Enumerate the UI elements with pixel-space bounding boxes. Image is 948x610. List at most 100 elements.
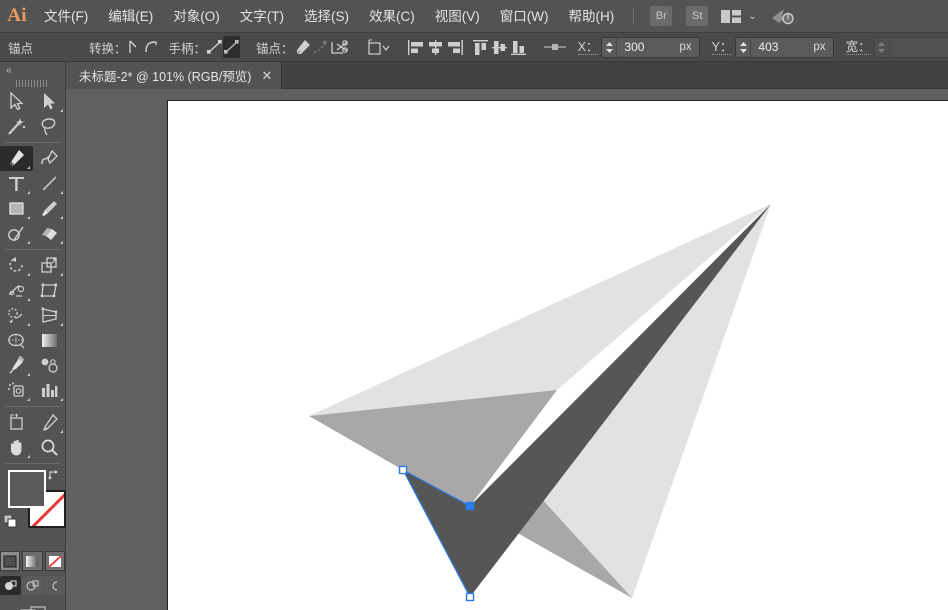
transform-dropdown[interactable]	[365, 36, 391, 58]
width-field[interactable]	[874, 37, 948, 58]
tool-perspective-grid[interactable]	[33, 303, 66, 328]
remove-anchor-icon[interactable]	[294, 36, 312, 58]
menu-object[interactable]: 对象(O)	[163, 0, 230, 33]
convert-to-corner-icon[interactable]	[127, 36, 143, 58]
align-right-icon[interactable]	[445, 36, 464, 58]
menu-help[interactable]: 帮助(H)	[558, 0, 624, 33]
tool-magic-wand[interactable]	[0, 114, 33, 139]
tool-blend[interactable]	[33, 353, 66, 378]
tool-divider-3	[5, 406, 61, 407]
tool-width[interactable]	[0, 278, 33, 303]
tool-zoom[interactable]	[33, 435, 66, 460]
tool-corner-marker	[60, 216, 63, 219]
tool-scale[interactable]	[33, 253, 66, 278]
hide-handles-icon[interactable]	[223, 36, 240, 58]
tool-artboard[interactable]	[0, 410, 33, 435]
tool-curvature[interactable]	[33, 146, 66, 171]
tool-panel: «	[0, 62, 66, 610]
screen-mode-button[interactable]	[0, 605, 65, 610]
stock-button[interactable]: St	[686, 6, 708, 26]
convert-label: 转换：	[89, 38, 127, 57]
canvas-area[interactable]	[66, 89, 948, 610]
arrange-documents-icon[interactable]	[721, 10, 741, 23]
tool-free-transform[interactable]	[33, 278, 66, 303]
align-center-h-icon[interactable]	[426, 36, 445, 58]
tool-paintbrush[interactable]	[33, 196, 66, 221]
swap-fill-stroke-icon[interactable]	[47, 468, 61, 482]
chevron-down-icon[interactable]: ⌄	[748, 11, 756, 22]
anchor-point-1[interactable]	[400, 467, 407, 474]
tool-corner-marker	[27, 455, 30, 458]
show-handles-icon[interactable]	[206, 36, 223, 58]
align-left-icon[interactable]	[407, 36, 426, 58]
color-mode-flat[interactable]	[0, 551, 20, 571]
tool-line-segment[interactable]	[33, 171, 66, 196]
y-stepper[interactable]	[736, 38, 751, 57]
fill-swatch[interactable]	[8, 470, 46, 508]
x-field[interactable]: px	[601, 37, 699, 58]
tool-pen[interactable]	[0, 146, 33, 171]
y-field[interactable]: px	[735, 37, 833, 58]
x-input[interactable]	[617, 40, 679, 54]
tool-lasso[interactable]	[33, 114, 66, 139]
tool-selection[interactable]	[0, 89, 33, 114]
tool-shaper[interactable]	[0, 221, 33, 246]
stock-power-icon[interactable]	[771, 7, 795, 25]
document-tab[interactable]: 未标题-2* @ 101% (RGB/预览) ✕	[66, 62, 282, 89]
color-mode-none[interactable]	[45, 551, 65, 571]
tool-hand[interactable]	[0, 435, 33, 460]
tool-panel-collapse[interactable]: «	[0, 62, 65, 78]
tool-rectangle[interactable]	[0, 196, 33, 221]
draw-behind[interactable]	[22, 576, 43, 595]
tool-corner-marker	[27, 323, 30, 326]
tool-corner-marker	[27, 166, 30, 169]
tool-group-drawing	[0, 146, 66, 246]
artboard[interactable]	[167, 100, 948, 610]
default-fill-stroke-icon[interactable]	[4, 515, 17, 528]
tool-group-view	[0, 410, 66, 460]
bridge-button[interactable]: Br	[650, 6, 672, 26]
draw-inside[interactable]	[44, 576, 65, 595]
menu-effect[interactable]: 效果(C)	[359, 0, 425, 33]
tool-direct-selection[interactable]	[33, 89, 66, 114]
align-top-icon[interactable]	[471, 36, 490, 58]
tool-corner-marker	[27, 216, 30, 219]
color-mode-gradient[interactable]	[22, 551, 42, 571]
anchor-point-3[interactable]	[467, 594, 474, 601]
tool-eyedropper[interactable]	[0, 353, 33, 378]
tool-rotate[interactable]	[0, 253, 33, 278]
align-center-v-icon[interactable]	[490, 36, 509, 58]
tool-column-graph[interactable]	[33, 378, 66, 403]
connect-anchors-icon[interactable]	[312, 36, 330, 58]
tool-symbol-sprayer[interactable]	[0, 378, 33, 403]
menu-select[interactable]: 选择(S)	[294, 0, 359, 33]
tool-mesh[interactable]	[0, 328, 33, 353]
tool-corner-marker	[60, 273, 63, 276]
menu-view[interactable]: 视图(V)	[425, 0, 490, 33]
convert-to-smooth-icon[interactable]	[143, 36, 159, 58]
cut-path-icon[interactable]	[330, 36, 349, 58]
menu-type[interactable]: 文字(T)	[230, 0, 294, 33]
tool-panel-grip[interactable]	[0, 78, 65, 89]
width-stepper[interactable]	[875, 38, 890, 57]
artwork-paper-plane[interactable]	[168, 101, 948, 610]
tool-slice[interactable]	[33, 410, 66, 435]
tool-eraser[interactable]	[33, 221, 66, 246]
menu-edit[interactable]: 编辑(E)	[98, 0, 163, 33]
menu-file[interactable]: 文件(F)	[34, 0, 98, 33]
y-input[interactable]	[751, 40, 813, 54]
fill-stroke-controls	[0, 468, 66, 546]
tool-gradient[interactable]	[33, 328, 66, 353]
draw-normal[interactable]	[0, 576, 21, 595]
close-icon[interactable]: ✕	[261, 69, 272, 82]
transform-handle-icon[interactable]	[544, 36, 566, 58]
anchor-point-2[interactable]	[467, 503, 474, 510]
tool-group-transform	[0, 253, 66, 403]
tool-shape-builder[interactable]	[0, 303, 33, 328]
tool-corner-marker	[60, 430, 63, 433]
x-stepper[interactable]	[602, 38, 617, 57]
width-input[interactable]	[890, 40, 948, 54]
menu-window[interactable]: 窗口(W)	[490, 0, 559, 33]
tool-type[interactable]	[0, 171, 33, 196]
align-bottom-icon[interactable]	[509, 36, 528, 58]
